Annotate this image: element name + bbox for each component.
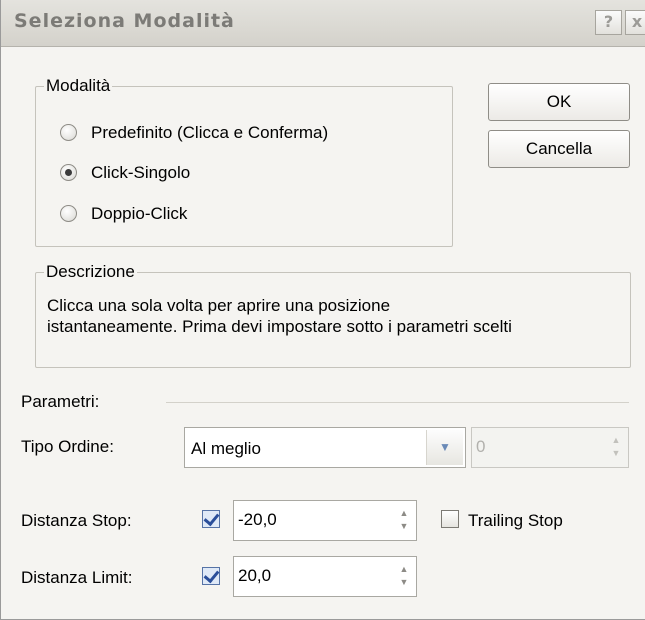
parameters-label: Parametri: (21, 392, 100, 411)
radio-double-click[interactable] (60, 205, 77, 222)
chevron-down-icon[interactable]: ▼ (426, 430, 463, 465)
description-line-1: Clicca una sola volta per aprire una pos… (47, 296, 391, 315)
stop-distance-label: Distanza Stop: (21, 511, 132, 530)
spin-up-icon[interactable]: ▲ (398, 507, 410, 520)
radio-label-default: Predefinito (Clicca e Conferma) (91, 123, 329, 142)
spin-arrows: ▲ ▼ (610, 434, 622, 460)
mode-group-legend: Modalità (44, 76, 113, 96)
radio-label-single-click: Click-Singolo (91, 163, 191, 182)
order-quantity-spinner: 0 ▲ ▼ (471, 427, 629, 468)
ok-button[interactable]: OK (488, 83, 630, 121)
title-bar[interactable]: Seleziona Modalità ? x (1, 0, 645, 47)
limit-distance-checkbox[interactable] (202, 567, 220, 585)
parameters-divider (166, 402, 629, 403)
trailing-stop-checkbox[interactable] (441, 510, 459, 528)
order-quantity-value: 0 (476, 437, 486, 456)
spin-down-icon[interactable]: ▼ (398, 576, 410, 589)
trailing-stop-label: Trailing Stop (468, 511, 563, 530)
order-type-label: Tipo Ordine: (21, 437, 114, 456)
order-type-value: Al meglio (191, 439, 261, 458)
stop-distance-arrows[interactable]: ▲ ▼ (398, 507, 410, 533)
radio-single-click[interactable] (60, 164, 77, 181)
limit-distance-label: Distanza Limit: (21, 568, 133, 587)
question-icon: ? (603, 12, 614, 31)
help-button[interactable]: ? (595, 10, 622, 35)
stop-distance-spinner[interactable]: -20,0 ▲ ▼ (233, 500, 417, 541)
mode-group: Modalità Predefinito (Clicca e Conferma)… (35, 76, 453, 247)
limit-distance-arrows[interactable]: ▲ ▼ (398, 563, 410, 589)
stop-distance-checkbox[interactable] (202, 510, 220, 528)
order-type-select[interactable]: Al meglio ▼ (184, 427, 466, 468)
close-button[interactable]: x (625, 10, 645, 35)
description-legend: Descrizione (44, 262, 137, 282)
dialog-window: Seleziona Modalità ? x Modalità Predefin… (0, 0, 645, 620)
description-line-2: istantaneamente. Prima devi impostare so… (47, 317, 512, 336)
limit-distance-value: 20,0 (238, 566, 272, 585)
spin-down-icon[interactable]: ▼ (398, 520, 410, 533)
dialog-title: Seleziona Modalità (14, 10, 235, 32)
description-group: Descrizione Clicca una sola volta per ap… (35, 262, 631, 368)
radio-default[interactable] (60, 124, 77, 141)
description-text: Clicca una sola volta per aprire una pos… (47, 295, 627, 337)
cancel-button[interactable]: Cancella (488, 130, 630, 168)
radio-label-double-click: Doppio-Click (91, 204, 188, 223)
limit-distance-spinner[interactable]: 20,0 ▲ ▼ (233, 556, 417, 597)
spin-up-icon[interactable]: ▲ (398, 563, 410, 576)
spin-up-icon: ▲ (611, 435, 621, 445)
close-icon: x (631, 12, 643, 31)
stop-distance-value: -20,0 (238, 510, 277, 529)
spin-down-icon: ▼ (611, 448, 621, 458)
